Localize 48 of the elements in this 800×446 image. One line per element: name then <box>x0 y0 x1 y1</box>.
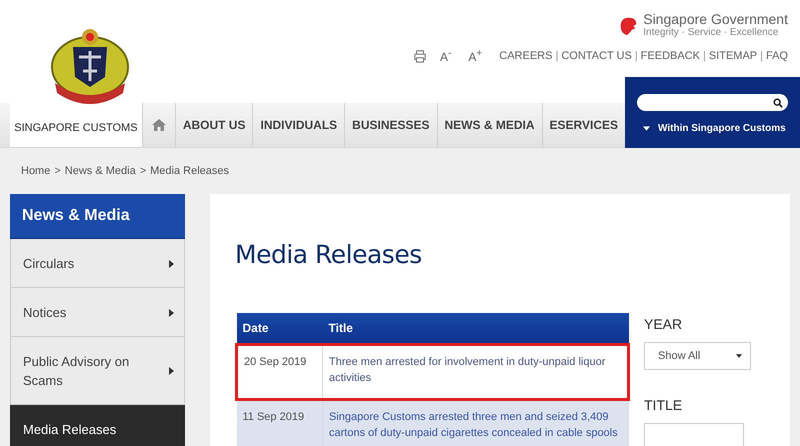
sidebar-title: News & Media <box>10 194 185 239</box>
link-separator: | <box>634 50 638 62</box>
nav-item[interactable]: BUSINESSES <box>344 103 437 147</box>
link-separator: | <box>760 50 763 62</box>
sidebar-item[interactable]: Media Releases <box>10 405 185 446</box>
nav-item[interactable]: INDIVIDUALS <box>252 103 344 147</box>
search-icon[interactable] <box>773 98 783 108</box>
filter-label: YEAR <box>644 316 684 332</box>
arrow-icon <box>169 308 174 316</box>
column-header: Date <box>236 313 322 344</box>
caret-icon[interactable] <box>643 126 650 131</box>
caret-icon <box>736 354 742 358</box>
sidebar-item[interactable]: Public Advisory on Scams <box>10 337 185 405</box>
text-size-button[interactable]: A$^{-}$ <box>440 48 452 64</box>
arrow-icon <box>169 367 174 375</box>
date-cell: 11 Sep 2019 <box>236 400 322 446</box>
government-motto: Integrity · Service · Excellence <box>643 27 780 39</box>
utility-link[interactable]: SITEMAP <box>708 50 758 62</box>
arrow-icon <box>169 260 174 268</box>
breadcrumb-link[interactable]: Media Releases <box>150 165 230 177</box>
utility-link[interactable]: CAREERS <box>499 50 552 62</box>
title-input-field[interactable] <box>644 423 744 446</box>
column-header: Title <box>322 313 628 344</box>
search-scope[interactable]: Within Singapore Customs <box>658 123 786 134</box>
government-name: Singapore Government <box>643 12 788 27</box>
home-icon <box>152 119 166 131</box>
utility-link[interactable]: FEEDBACK <box>640 50 700 62</box>
year-dropdown[interactable]: Show All <box>644 342 751 370</box>
utility-link[interactable]: CONTACT US <box>561 50 632 62</box>
sidebar-item[interactable]: Notices <box>10 288 185 337</box>
site-name-tab[interactable]: SINGAPORE CUSTOMS <box>10 103 142 147</box>
nav-item[interactable]: ESERVICES <box>542 103 625 147</box>
text-size-button[interactable]: A$^{+}$ <box>468 48 482 64</box>
page-title: Media Releases <box>235 240 423 269</box>
filter-label: TITLE <box>644 397 684 413</box>
sidebar-item[interactable]: Circulars <box>10 239 185 288</box>
search-field[interactable] <box>637 94 788 111</box>
nav-item[interactable]: ABOUT US <box>174 103 252 147</box>
breadcrumb-link[interactable]: News & Media <box>64 165 136 177</box>
breadcrumb-separator: > <box>140 165 146 177</box>
link-separator: | <box>555 50 558 62</box>
nav-item[interactable]: NEWS & MEDIA <box>436 103 542 147</box>
utility-link[interactable]: FAQ <box>766 50 788 62</box>
breadcrumb-link[interactable]: Home <box>21 165 50 177</box>
link-separator: | <box>702 50 706 62</box>
print-icon[interactable] <box>413 49 428 63</box>
release-link[interactable]: Singapore Customs arrested three men and seized 3,409 cartons of duty-unpaid cigarettes concealed in cable spools <box>329 409 622 442</box>
breadcrumb-separator: > <box>54 165 61 177</box>
